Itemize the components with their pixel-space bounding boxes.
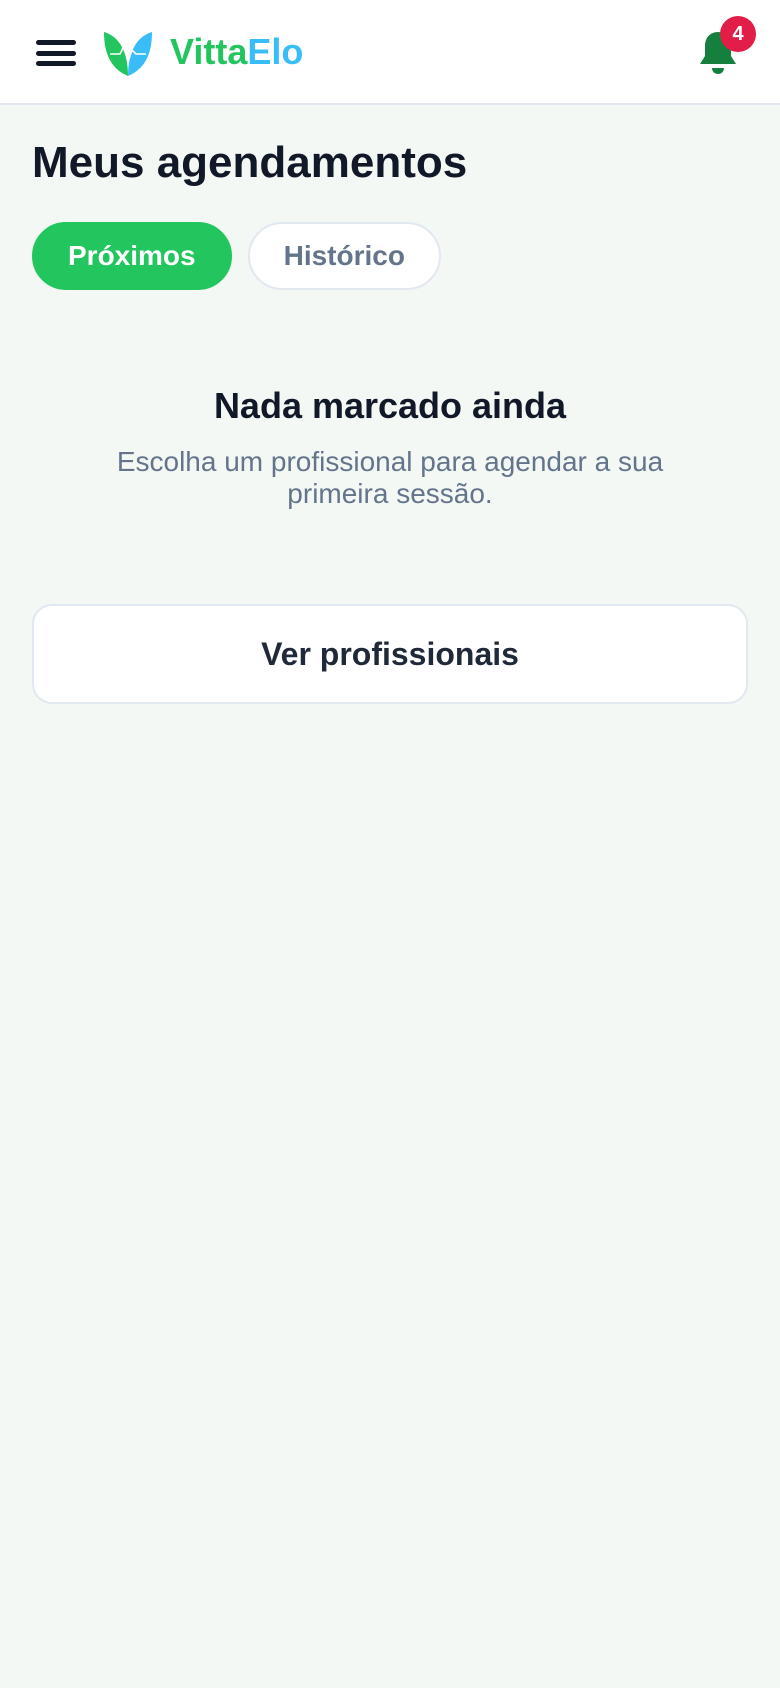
hamburger-menu-icon[interactable]	[36, 36, 78, 70]
brand-name-part1: Vitta	[170, 31, 248, 72]
menu-bar	[36, 40, 76, 45]
appointment-tabs: Próximos Histórico	[32, 222, 441, 290]
empty-state-title: Nada marcado ainda	[213, 385, 567, 426]
brand-name: VittaElo	[170, 24, 303, 80]
app-header: VittaElo 4	[0, 0, 780, 105]
notification-badge: 4	[720, 16, 756, 52]
empty-state-description: Escolha um profissional para agendar a s…	[116, 446, 664, 509]
menu-bar	[36, 50, 76, 56]
tab-historico[interactable]: Histórico	[247, 222, 441, 290]
leaf-heart-logo-icon	[104, 30, 152, 76]
page-title: Meus agendamentos	[32, 138, 468, 187]
tab-proximos[interactable]: Próximos	[32, 222, 232, 290]
brand-logo[interactable]: VittaElo	[100, 24, 303, 80]
menu-bar	[36, 61, 76, 66]
view-professionals-button[interactable]: Ver profissionais	[32, 604, 748, 704]
brand-name-part2: Elo	[247, 31, 304, 72]
empty-state: Nada marcado ainda Escolha um profission…	[0, 378, 780, 510]
